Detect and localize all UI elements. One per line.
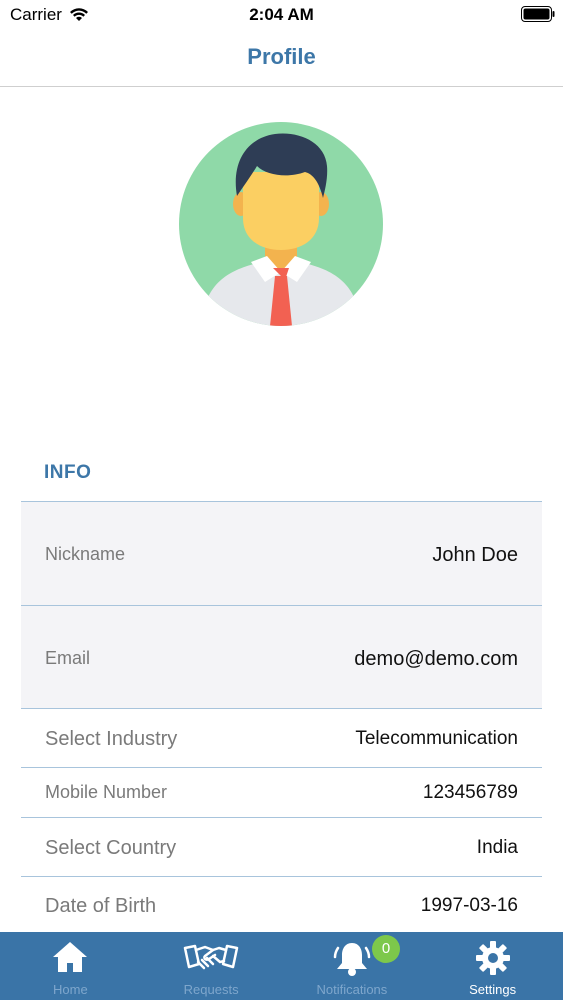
dob-label: Date of Birth: [45, 895, 157, 917]
nickname-value: John Doe: [432, 544, 518, 566]
avatar[interactable]: [179, 122, 383, 326]
info-row-country[interactable]: Select Country India: [21, 817, 542, 876]
tab-home-label: Home: [53, 982, 88, 997]
info-row-email[interactable]: Email demo@demo.com: [21, 605, 542, 708]
mobile-label: Mobile Number: [45, 782, 168, 802]
tab-bar: Home Requests Notifications Settings: [0, 932, 563, 1000]
info-row-nickname[interactable]: Nickname John Doe: [21, 501, 542, 605]
gear-icon: [475, 941, 510, 975]
country-label: Select Country: [45, 837, 177, 859]
tab-notifications[interactable]: Notifications: [282, 932, 423, 1000]
industry-label: Select Industry: [45, 728, 178, 750]
bell-icon: [333, 943, 371, 976]
mobile-value[interactable]: 123456789: [423, 782, 518, 804]
notification-badge: 0: [372, 935, 400, 963]
status-bar: Carrier 2:04 AM: [0, 0, 563, 30]
tab-home[interactable]: Home: [0, 932, 141, 1000]
nav-bar: Profile: [0, 30, 563, 87]
tab-settings[interactable]: Settings: [422, 932, 563, 1000]
battery-icon: [521, 6, 555, 22]
handshake-icon: [183, 944, 239, 970]
nickname-label: Nickname: [45, 544, 126, 564]
info-row-industry[interactable]: Select Industry Telecommunication: [21, 708, 542, 767]
tab-requests[interactable]: Requests: [141, 932, 282, 1000]
country-value[interactable]: India: [477, 837, 518, 859]
email-label: Email: [45, 648, 91, 668]
info-section-header: INFO: [44, 462, 92, 483]
tab-notifications-label: Notifications: [316, 982, 388, 997]
clock: 2:04 AM: [249, 5, 314, 24]
info-row-mobile[interactable]: Mobile Number 123456789: [21, 767, 542, 817]
tab-settings-label: Settings: [469, 982, 517, 997]
dob-value[interactable]: 1997-03-16: [421, 895, 518, 917]
tab-requests-label: Requests: [183, 982, 239, 997]
email-value: demo@demo.com: [354, 648, 518, 670]
page-title: Profile: [247, 44, 316, 69]
home-icon: [53, 942, 88, 972]
info-row-dob[interactable]: Date of Birth 1997-03-16: [21, 876, 542, 933]
industry-value[interactable]: Telecommunication: [355, 728, 518, 750]
info-list: Nickname John Doe Email demo@demo.com Se…: [21, 501, 542, 933]
